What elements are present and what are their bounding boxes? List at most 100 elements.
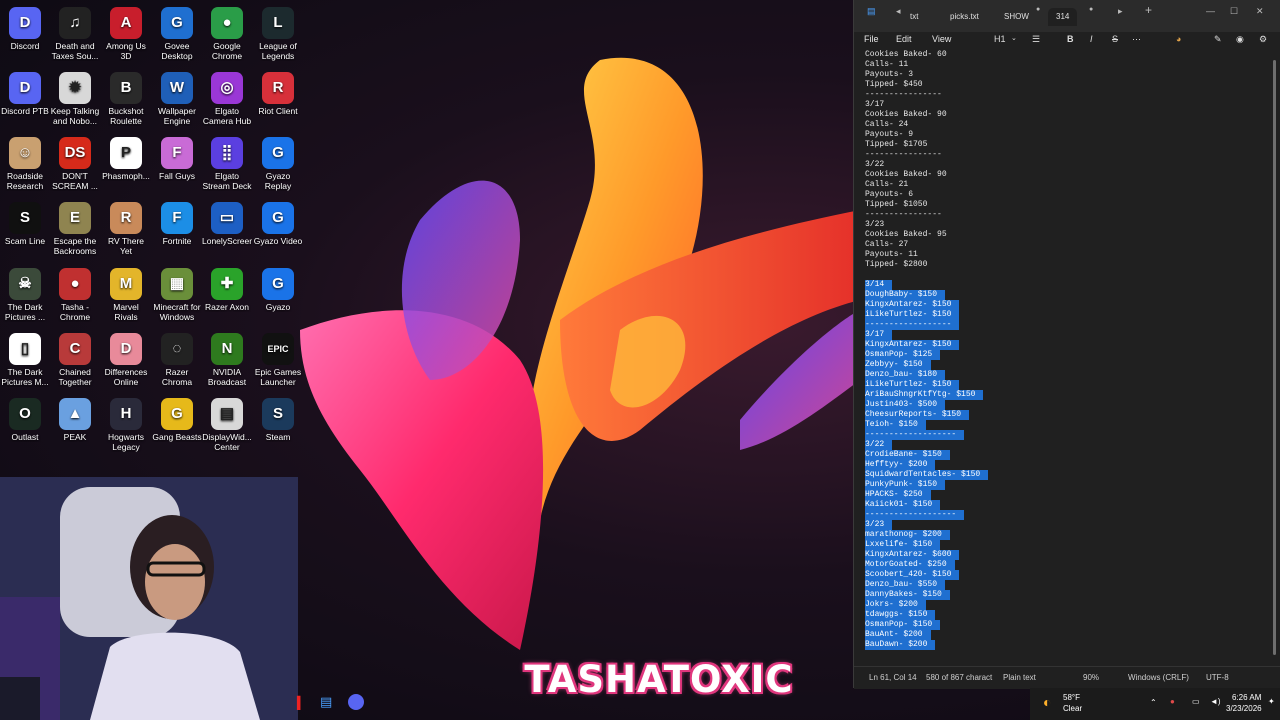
desktop-icon[interactable]: EPIC Epic Games Launcher — [253, 333, 303, 387]
cursor-position: Ln 61, Col 14 — [869, 673, 917, 682]
heading-dropdown[interactable]: H1 — [994, 34, 1006, 44]
app-icon: F — [161, 137, 193, 169]
desktop-icon[interactable]: F Fortnite — [152, 202, 202, 246]
notification-icon[interactable]: ✎ — [1214, 34, 1222, 45]
notepad-titlebar[interactable]: ▤ ◂ txt picks.txt SHOW ● 314 ● ▸ + — ☐ ✕ — [854, 0, 1280, 32]
taskbar-app-icon[interactable]: ▍ — [297, 696, 306, 710]
strikethrough-button[interactable]: S — [1112, 34, 1118, 44]
desktop-icon[interactable]: ♫ Death and Taxes Sou... — [50, 7, 100, 61]
desktop-icon[interactable]: ● Tasha - Chrome — [50, 268, 100, 322]
desktop-icon[interactable]: R RV There Yet — [101, 202, 151, 256]
desktop-icon[interactable]: ⣿ Elgato Stream Deck — [202, 137, 252, 191]
text-line: ---------------- — [865, 150, 942, 159]
desktop-icon[interactable]: L League of Legends — [253, 7, 303, 61]
app-icon: ▭ — [211, 202, 243, 234]
desktop-icon[interactable]: H Hogwarts Legacy — [101, 398, 151, 452]
desktop-icon[interactable]: ✹ Keep Talking and Nobo... — [50, 72, 100, 126]
notepad-text-area[interactable]: Cookies Baked- 60 Calls- 11 Payouts- 3 Tipp… — [854, 50, 1274, 660]
weather-icon[interactable]: ◐ — [1043, 694, 1051, 710]
settings-gear-icon[interactable]: ⚙ — [1259, 34, 1267, 45]
volume-icon[interactable]: ◄) — [1210, 697, 1221, 706]
text-line: ---------------- — [865, 90, 942, 99]
maximize-icon[interactable]: ☐ — [1230, 6, 1238, 17]
desktop-icon[interactable]: ▭ LonelyScreen — [202, 202, 252, 246]
desktop-icon[interactable]: G Gang Beasts — [152, 398, 202, 442]
desktop-icon[interactable]: B Buckshot Roulette — [101, 72, 151, 126]
tab-scroll-left-icon[interactable]: ◂ — [896, 6, 901, 17]
desktop-icon[interactable]: ◌ Razer Chroma — [152, 333, 202, 387]
clock-date[interactable]: 3/23/2026 — [1226, 704, 1262, 713]
desktop-icon[interactable]: G Gyazo Video — [253, 202, 303, 246]
desktop-icon[interactable]: ☺ Roadside Research — [0, 137, 50, 191]
desktop-icon[interactable]: D Discord PTB — [0, 72, 50, 116]
tab-txt[interactable]: txt — [910, 8, 918, 26]
desktop-icon[interactable]: ◎ Elgato Camera Hub — [202, 72, 252, 126]
zoom-level[interactable]: 90% — [1083, 673, 1099, 682]
webcam-overlay — [0, 477, 298, 720]
weather-temperature[interactable]: 58°F — [1063, 693, 1080, 702]
clock-time[interactable]: 6:26 AM — [1232, 693, 1261, 702]
desktop-icon[interactable]: G Gyazo Replay — [253, 137, 303, 191]
notepad-scrollbar[interactable] — [1273, 60, 1277, 655]
weather-condition[interactable]: Clear — [1063, 704, 1082, 713]
menu-edit[interactable]: Edit — [896, 34, 912, 44]
desktop-icon-label: Hogwarts Legacy — [108, 432, 144, 452]
tab-picks[interactable]: picks.txt — [950, 8, 979, 26]
notepad-window[interactable]: ▤ ◂ txt picks.txt SHOW ● 314 ● ▸ + — ☐ ✕… — [853, 0, 1280, 689]
desktop-icon[interactable]: ☠ The Dark Pictures ... — [0, 268, 50, 322]
tab-scroll-right-icon[interactable]: ▸ — [1118, 6, 1123, 17]
menu-view[interactable]: View — [932, 34, 951, 44]
desktop-icon[interactable]: D Discord — [0, 7, 50, 51]
tab-show[interactable]: SHOW — [1004, 8, 1029, 26]
menu-file[interactable]: File — [864, 34, 879, 44]
desktop-icon[interactable]: ✚ Razer Axon — [202, 268, 252, 312]
italic-button[interactable]: I — [1090, 34, 1093, 44]
desktop-icon[interactable]: O Outlast — [0, 398, 50, 442]
encoding[interactable]: UTF-8 — [1206, 673, 1229, 682]
desktop-icon[interactable]: M Marvel Rivals — [101, 268, 151, 322]
file-format[interactable]: Plain text — [1003, 673, 1036, 682]
discord-taskbar-icon[interactable] — [348, 694, 364, 710]
desktop-icon[interactable]: A Among Us 3D — [101, 7, 151, 61]
desktop-icon[interactable]: S Steam — [253, 398, 303, 442]
account-avatar-icon[interactable]: ◉ — [1236, 34, 1244, 45]
desktop-icon[interactable]: ▯ The Dark Pictures M... — [0, 333, 50, 387]
desktop-icon[interactable]: G Govee Desktop — [152, 7, 202, 61]
text-line: Tipped- $2800 — [865, 260, 928, 269]
minimize-icon[interactable]: — — [1206, 6, 1215, 16]
desktop-icon[interactable]: S Scam Line — [0, 202, 50, 246]
desktop-icon[interactable]: G Gyazo — [253, 268, 303, 312]
desktop-icon[interactable]: C Chained Together — [50, 333, 100, 387]
desktop-icon[interactable]: W Wallpaper Engine — [152, 72, 202, 126]
microphone-icon[interactable]: ● — [1170, 697, 1175, 706]
desktop-icon[interactable]: D Differences Online — [101, 333, 151, 387]
notification-bell-icon[interactable]: ✦ — [1268, 697, 1275, 706]
copilot-icon[interactable]: ◕ — [1176, 34, 1181, 44]
network-icon[interactable]: ▭ — [1192, 697, 1200, 706]
new-tab-plus-icon[interactable]: + — [1145, 3, 1152, 17]
list-icon[interactable]: ☰ — [1032, 34, 1040, 45]
desktop-icon[interactable]: N NVIDIA Broadcast — [202, 333, 252, 387]
desktop-icon-label: The Dark Pictures M... — [1, 367, 49, 387]
app-icon: L — [262, 7, 294, 39]
scrollbar-thumb[interactable] — [1273, 60, 1276, 655]
desktop-icon[interactable]: ▤ DisplayWid... Center — [202, 398, 252, 452]
chevron-down-icon[interactable]: ⌄ — [1011, 34, 1017, 42]
desktop-icon[interactable]: E Escape the Backrooms — [50, 202, 100, 256]
app-icon: S — [9, 202, 41, 234]
desktop-icon[interactable]: R Riot Client — [253, 72, 303, 116]
bold-button[interactable]: B — [1067, 34, 1074, 44]
more-options-icon[interactable]: ⋯ — [1132, 34, 1141, 45]
line-endings[interactable]: Windows (CRLF) — [1128, 673, 1189, 682]
desktop-icon[interactable]: P Phasmoph... — [101, 137, 151, 181]
desktop-icon[interactable]: ● Google Chrome — [202, 7, 252, 61]
desktop-icon[interactable]: ▲ PEAK — [50, 398, 100, 442]
app-icon: W — [161, 72, 193, 104]
tab-314[interactable]: 314 — [1048, 8, 1078, 26]
desktop-icon[interactable]: F Fall Guys — [152, 137, 202, 181]
chevron-up-icon[interactable]: ⌃ — [1150, 698, 1157, 707]
notepad-taskbar-icon[interactable]: ▤ — [320, 695, 332, 710]
close-icon[interactable]: ✕ — [1256, 6, 1264, 17]
desktop-icon[interactable]: DS DON'T SCREAM ... — [50, 137, 100, 191]
desktop-icon[interactable]: ▦ Minecraft for Windows — [152, 268, 202, 322]
